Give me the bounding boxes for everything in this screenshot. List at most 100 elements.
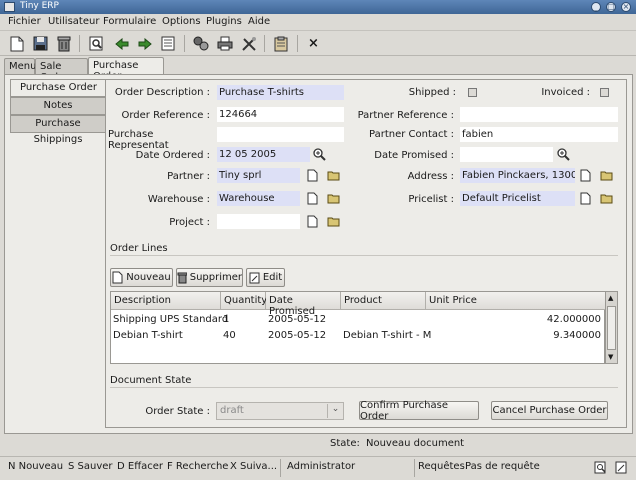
partner-reference-field[interactable]: [460, 107, 618, 122]
date-picker-icon[interactable]: [557, 148, 570, 161]
new-document-icon[interactable]: [8, 35, 25, 52]
previous-icon[interactable]: [113, 35, 130, 52]
menu-aide[interactable]: Aide: [248, 16, 270, 27]
tab-menu[interactable]: Menu: [4, 58, 36, 74]
purchase-representative-field[interactable]: [217, 127, 344, 142]
tab-purchase-order[interactable]: Purchase Order: [88, 57, 164, 82]
edit-line-button[interactable]: Edit: [246, 268, 285, 287]
shipped-label: Shipped :: [408, 87, 456, 98]
main-tabs: Menu Sale Order Purchase Order: [0, 57, 636, 83]
scrollbar-thumb[interactable]: [607, 306, 616, 350]
scroll-up-icon[interactable]: ▲: [608, 294, 613, 302]
warehouse-field[interactable]: Warehouse: [217, 191, 300, 206]
close-window-icon[interactable]: ×: [621, 2, 631, 12]
delete-icon[interactable]: [55, 35, 72, 52]
open-record-icon[interactable]: [579, 192, 592, 205]
open-record-icon[interactable]: [306, 192, 319, 205]
tab-sale-order[interactable]: Sale Order: [35, 58, 88, 83]
menu-formulaire[interactable]: Formulaire: [103, 16, 156, 27]
new-document-icon: [112, 271, 123, 284]
open-record-icon[interactable]: [306, 169, 319, 182]
vertical-scrollbar[interactable]: ▲ ▼: [605, 291, 618, 364]
requests-value: Pas de requête: [465, 461, 540, 472]
open-record-icon[interactable]: [579, 169, 592, 182]
order-reference-field[interactable]: 124664: [217, 107, 344, 122]
bottom-bar: N Nouveau S Sauver D Effacer F Recherche…: [0, 456, 636, 480]
tools-icon[interactable]: [240, 35, 257, 52]
partner-contact-field[interactable]: fabien: [460, 127, 618, 142]
address-label: Address :: [407, 171, 454, 182]
address-field[interactable]: Fabien Pinckaers, 1300 L: [460, 168, 575, 183]
purchase-representative-label: Purchase Representat: [108, 129, 169, 151]
delete-icon: [177, 272, 187, 283]
menu-fichier[interactable]: Fichier: [8, 16, 41, 27]
folder-open-icon[interactable]: [327, 215, 340, 228]
subtab-purchase-shippings[interactable]: Purchase Shippings: [10, 115, 106, 145]
title-bar: Tiny ERP _ □ ×: [0, 0, 636, 14]
shipped-checkbox[interactable]: [468, 88, 477, 97]
date-ordered-field[interactable]: 12 05 2005: [217, 147, 310, 162]
toolbar: ×: [0, 31, 636, 56]
new-line-button[interactable]: Nouveau: [110, 268, 173, 287]
folder-open-icon[interactable]: [327, 169, 340, 182]
pricelist-field[interactable]: Default Pricelist: [460, 191, 575, 206]
folder-open-icon[interactable]: [600, 192, 613, 205]
shortcut-save: S Sauver: [68, 461, 113, 472]
app-icon: [4, 2, 15, 12]
confirm-purchase-order-button[interactable]: Confirm Purchase Order: [359, 400, 479, 422]
attachment-icon[interactable]: [272, 35, 289, 52]
order-state-label: Order State :: [145, 406, 210, 417]
scroll-down-icon[interactable]: ▼: [608, 353, 613, 361]
connect-icon[interactable]: [192, 35, 209, 52]
shortcut-delete: D Effacer: [117, 461, 163, 472]
date-promised-field[interactable]: [460, 147, 553, 162]
separator: [110, 255, 618, 256]
delete-line-button[interactable]: Supprimer: [176, 268, 243, 287]
shortcut-new: N Nouveau: [8, 461, 64, 472]
close-icon[interactable]: ×: [305, 35, 322, 52]
folder-open-icon[interactable]: [327, 192, 340, 205]
order-lines-table[interactable]: Description Quantity Date Promised Produ…: [110, 291, 606, 364]
open-record-icon[interactable]: [306, 215, 319, 228]
shortcut-search: F Recherche: [167, 461, 229, 472]
table-row[interactable]: Debian T-shirt 40 2005-05-12 Debian T-sh…: [111, 328, 604, 344]
invoiced-checkbox[interactable]: [600, 88, 609, 97]
order-description-label: Order Description :: [114, 87, 210, 98]
order-lines-title: Order Lines: [110, 243, 168, 254]
find-request-icon[interactable]: [594, 461, 607, 474]
state-label: State:: [330, 438, 360, 449]
table-cell: Debian T-shirt: [113, 330, 183, 341]
document-state-title: Document State: [110, 375, 192, 386]
column-header[interactable]: Date Promised: [266, 292, 341, 317]
table-cell: 40: [223, 330, 236, 341]
column-header[interactable]: Unit Price: [426, 292, 606, 310]
menu-options[interactable]: Options: [162, 16, 201, 27]
menu-plugins[interactable]: Plugins: [206, 16, 242, 27]
column-header[interactable]: Quantity: [221, 292, 267, 310]
table-row[interactable]: Shipping UPS Standard 1 2005-05-12 42.00…: [111, 312, 604, 328]
project-field[interactable]: [217, 214, 300, 229]
order-description-field[interactable]: Purchase T-shirts: [217, 85, 344, 100]
date-picker-icon[interactable]: [313, 148, 326, 161]
requests-label: Requêtes:: [418, 461, 469, 472]
subtab-purchase-order[interactable]: Purchase Order: [10, 79, 106, 97]
subtab-notes[interactable]: Notes: [10, 97, 106, 115]
folder-open-icon[interactable]: [600, 169, 613, 182]
partner-field[interactable]: Tiny sprl: [217, 168, 300, 183]
date-ordered-label: Date Ordered :: [135, 150, 210, 161]
minimize-icon[interactable]: _: [591, 2, 601, 12]
print-icon[interactable]: [216, 35, 233, 52]
column-header[interactable]: Product: [341, 292, 426, 310]
new-request-icon[interactable]: [615, 461, 628, 474]
find-icon[interactable]: [88, 35, 105, 52]
switch-view-icon[interactable]: [159, 35, 176, 52]
column-header[interactable]: Description: [111, 292, 221, 310]
menu-bar: Fichier Utilisateur Formulaire Options P…: [0, 14, 636, 31]
save-icon[interactable]: [32, 35, 49, 52]
cancel-purchase-order-button[interactable]: Cancel Purchase Order: [491, 401, 608, 420]
next-icon[interactable]: [136, 35, 153, 52]
edit-icon: [249, 272, 260, 283]
menu-utilisateur[interactable]: Utilisateur: [48, 16, 99, 27]
maximize-icon[interactable]: □: [606, 2, 616, 12]
order-state-select[interactable]: draft ⌄: [216, 402, 344, 420]
